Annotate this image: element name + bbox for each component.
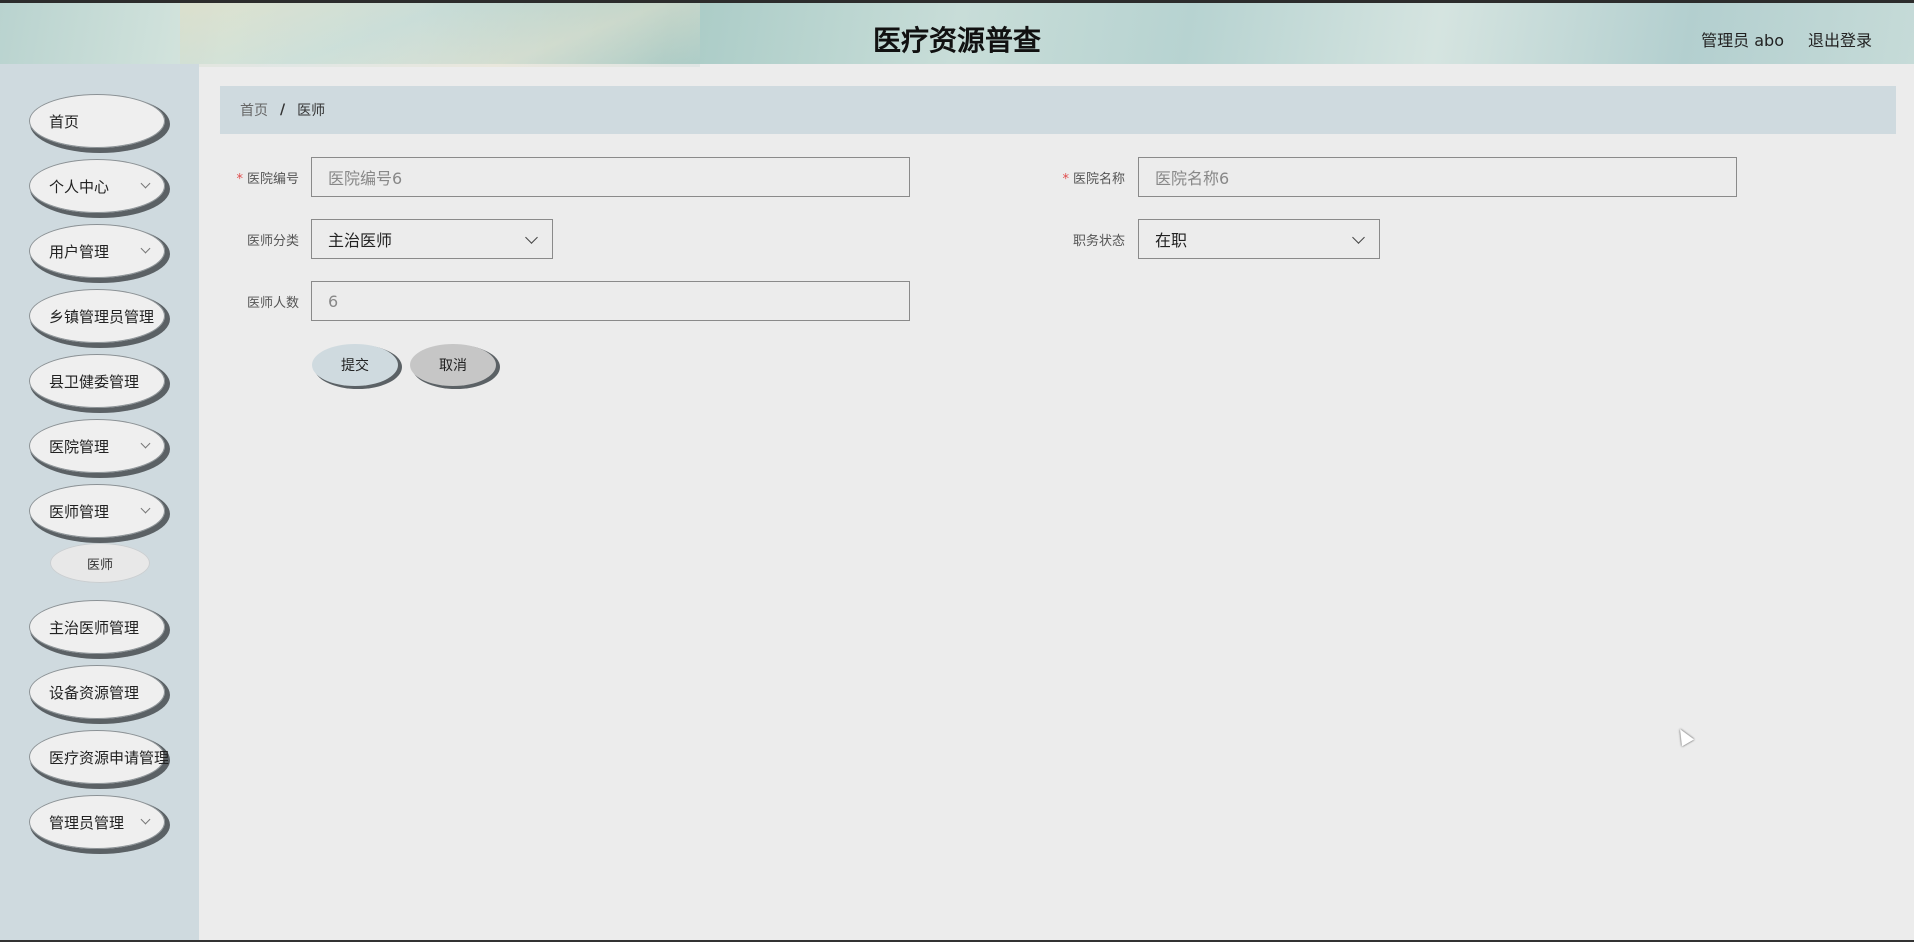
breadcrumb-current: 医师 (297, 103, 326, 119)
top-header: 医疗资源普查 管理员 abo 退出登录 (0, 0, 1914, 67)
hospital-code-input[interactable]: 医院编号6 (311, 157, 910, 197)
header-actions: 管理员 abo 退出登录 (1701, 27, 1872, 51)
sidebar-item-user-management[interactable]: 用户管理 (29, 224, 165, 278)
sidebar-item-label: 用户管理 (49, 242, 110, 261)
doctor-category-select[interactable]: 主治医师 (311, 219, 553, 259)
submit-button[interactable]: 提交 (312, 344, 398, 386)
sidebar-subitem-label: 医师 (86, 557, 113, 573)
chevron-down-icon (140, 178, 151, 189)
sidebar-item-label: 医师管理 (49, 502, 110, 521)
doctor-category-value: 主治医师 (328, 231, 393, 250)
breadcrumb: 首页 / 医师 (220, 86, 1896, 134)
sidebar-item-label: 乡镇管理员管理 (49, 307, 155, 326)
sidebar-item-home[interactable]: 首页 (29, 94, 165, 148)
sidebar-item-label: 个人中心 (49, 177, 110, 196)
chevron-down-icon (1352, 231, 1365, 244)
logout-button[interactable]: 退出登录 (1808, 27, 1872, 51)
hospital-code-label: * 医院编号 (209, 168, 299, 187)
sidebar-item-label: 设备资源管理 (49, 683, 140, 702)
chevron-down-icon (140, 438, 151, 449)
hospital-name-label: * 医院名称 (1035, 168, 1125, 187)
hospital-name-input[interactable]: 医院名称6 (1138, 157, 1737, 197)
sidebar-item-label: 管理员管理 (49, 813, 125, 832)
sidebar-item-town-admin-management[interactable]: 乡镇管理员管理 (29, 289, 165, 343)
required-mark: * (1062, 172, 1069, 187)
sidebar-item-label: 首页 (49, 112, 80, 131)
doctor-category-label: 医师分类 (246, 234, 299, 249)
chevron-down-icon (140, 243, 151, 254)
sidebar-item-label: 主治医师管理 (49, 618, 140, 637)
chevron-down-icon (525, 231, 538, 244)
sidebar-subitem-doctor[interactable]: 医师 (50, 543, 150, 583)
job-status-value: 在职 (1155, 231, 1188, 250)
hospital-name-label-text: 医院名称 (1072, 172, 1125, 187)
sidebar-item-admin-management[interactable]: 管理员管理 (29, 795, 165, 849)
mouse-cursor-icon (1673, 725, 1695, 747)
job-status-label: 职务状态 (1072, 234, 1125, 249)
cancel-button[interactable]: 取消 (410, 344, 496, 386)
sidebar-item-hospital-management[interactable]: 医院管理 (29, 419, 165, 473)
doctor-count-input[interactable]: 6 (311, 281, 910, 321)
sidebar-item-label: 医疗资源申请管理 (49, 748, 170, 767)
breadcrumb-separator: / (280, 102, 286, 118)
chevron-down-icon (140, 814, 151, 825)
doctor-count-label: 医师人数 (246, 296, 299, 311)
app-title: 医疗资源普查 (872, 24, 1041, 57)
sidebar: 首页 个人中心 用户管理 乡镇管理员管理 县卫健委管理 医院管理 医师管理 医师… (0, 64, 199, 942)
sidebar-item-resource-application-management[interactable]: 医疗资源申请管理 (29, 730, 169, 784)
sidebar-item-personal-center[interactable]: 个人中心 (29, 159, 165, 213)
current-user-label: 管理员 abo (1701, 31, 1784, 50)
sidebar-item-attending-doctor-management[interactable]: 主治医师管理 (29, 600, 165, 654)
sidebar-item-county-health-management[interactable]: 县卫健委管理 (29, 354, 165, 408)
hospital-code-label-text: 医院编号 (246, 172, 299, 187)
required-mark: * (236, 172, 243, 187)
chevron-down-icon (140, 503, 151, 514)
sidebar-item-label: 县卫健委管理 (49, 372, 140, 391)
page: 医疗资源普查 管理员 abo 退出登录 首页 个人中心 用户管理 乡镇管理员管理… (0, 0, 1914, 942)
sidebar-item-equipment-management[interactable]: 设备资源管理 (29, 665, 165, 719)
job-status-select[interactable]: 在职 (1138, 219, 1380, 259)
sidebar-item-label: 医院管理 (49, 437, 110, 456)
breadcrumb-home[interactable]: 首页 (240, 100, 268, 120)
sidebar-item-doctor-management[interactable]: 医师管理 (29, 484, 165, 538)
